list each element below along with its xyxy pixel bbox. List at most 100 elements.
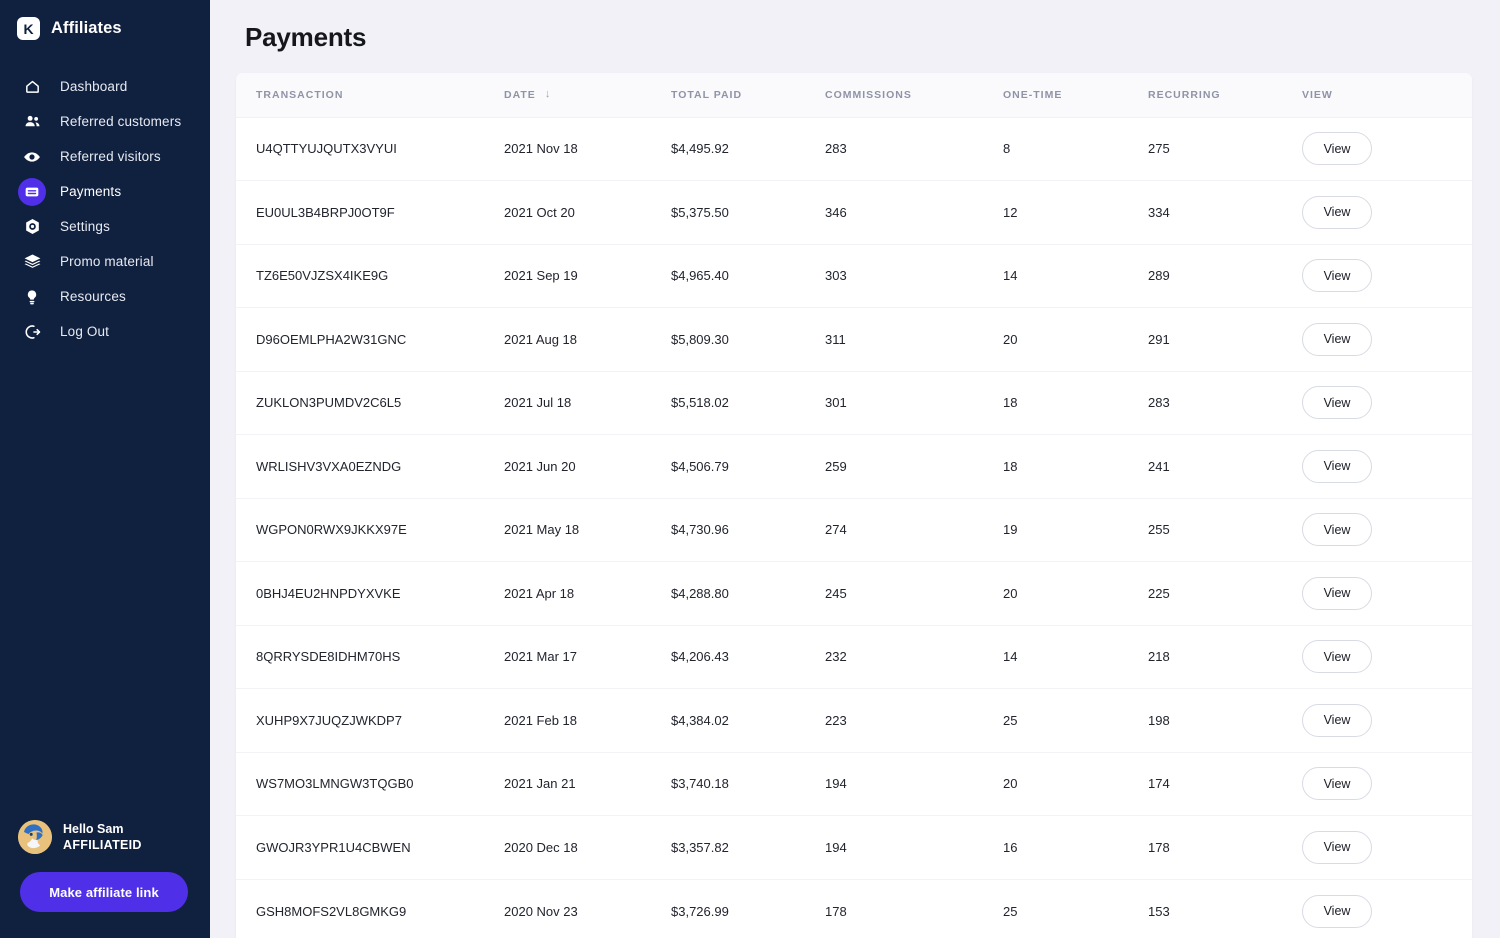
cell-one-time: 8 <box>1003 117 1148 181</box>
table-body: U4QTTYUJQUTX3VYUI 2021 Nov 18 $4,495.92 283… <box>236 117 1472 938</box>
column-header-transaction[interactable]: TRANSACTION <box>236 73 504 118</box>
cell-one-time: 25 <box>1003 903 1018 919</box>
cell-one-time: 19 <box>1003 498 1148 562</box>
column-header-view: VIEW <box>1302 73 1472 118</box>
view-button[interactable]: View <box>1302 894 1372 928</box>
table-row[interactable]: WGPON0RWX9JKKX97E 2021 May 18 $4,730.96 274… <box>236 498 1472 562</box>
cell-transaction: U4QTTYUJQUTX3VYUI <box>236 117 504 181</box>
cell-total-paid: $4,206.43 <box>671 625 825 689</box>
cell-transaction: GSH8MOFS2VL8GMKG9 <box>256 903 407 919</box>
cell-view: View <box>1302 815 1472 880</box>
cell-commissions: 194 <box>825 752 1003 816</box>
cell-total-paid: $4,495.92 <box>671 117 825 181</box>
sidebar-item-referred-visitors[interactable]: Referred visitors <box>0 139 210 174</box>
cell-one-time: 25 <box>1003 688 1148 753</box>
view-button[interactable]: View <box>1302 830 1372 864</box>
cell-recurring: 241 <box>1148 434 1302 499</box>
cell-commissions: 311 <box>825 307 1003 372</box>
cell-view: View <box>1302 752 1472 816</box>
cell-total-paid: $3,357.82 <box>671 815 825 880</box>
view-button[interactable]: View <box>1302 513 1372 547</box>
cell-view: View <box>1302 180 1472 245</box>
cell-one-time: 18 <box>1003 371 1148 435</box>
table-row[interactable]: ZUKLON3PUMDV2C6L5 2021 Jul 18 $5,518.02 301… <box>236 371 1472 435</box>
cell-commissions: 245 <box>825 561 1003 626</box>
view-button[interactable]: View <box>1302 259 1372 293</box>
cell-total-paid: $4,730.96 <box>671 498 825 562</box>
sidebar-item-settings[interactable]: Settings <box>0 209 210 244</box>
cell-view: View <box>1302 434 1472 499</box>
cell-view: View <box>1302 244 1472 308</box>
cell-date: 2021 Jun 20 <box>504 434 671 499</box>
table-row[interactable]: GWOJR3YPR1U4CBWEN 2020 Dec 18 $3,357.82 194… <box>236 815 1472 880</box>
cell-one-time: 20 <box>1003 307 1148 372</box>
make-affiliate-link-button[interactable]: Make affiliate link <box>20 872 188 912</box>
card-icon <box>18 177 46 206</box>
cell-date: 2021 Feb 18 <box>504 688 671 753</box>
cell-recurring: 255 <box>1148 498 1302 562</box>
view-button[interactable]: View <box>1302 386 1372 420</box>
table-row[interactable]: XUHP9X7JUQZJWKDP7 2021 Feb 18 $4,384.02 223… <box>236 688 1472 753</box>
cell-date: 2021 Mar 17 <box>504 625 671 689</box>
cell-view: View <box>1302 688 1472 753</box>
sidebar: K Affiliates Dashboard Referred customer… <box>0 0 210 938</box>
sidebar-item-label: Referred visitors <box>60 149 161 164</box>
cell-total-paid: $5,375.50 <box>671 180 825 245</box>
column-label: ONE-TIME <box>1003 88 1063 101</box>
table-row[interactable]: 0BHJ4EU2HNPDYXVKE 2021 Apr 18 $4,288.80 245… <box>236 561 1472 626</box>
column-header-commissions[interactable]: COMMISSIONS <box>825 73 1003 118</box>
view-button[interactable]: View <box>1302 767 1372 801</box>
payments-table: TRANSACTION DATE ↓ TOTAL PAID COMMISSION… <box>236 73 1472 938</box>
cell-total-paid: $4,965.40 <box>671 244 825 308</box>
cell-date: 2021 Jan 21 <box>504 752 671 816</box>
column-header-date[interactable]: DATE ↓ <box>504 73 671 118</box>
cell-one-time: 14 <box>1003 625 1148 689</box>
sidebar-item-promo-material[interactable]: Promo material <box>0 244 210 279</box>
table-row[interactable]: WS7MO3LMNGW3TQGB0 2021 Jan 21 $3,740.18 194… <box>236 752 1472 816</box>
table-row[interactable]: 8QRRYSDE8IDHM70HS 2021 Mar 17 $4,206.43 232… <box>236 625 1472 689</box>
cell-recurring: 283 <box>1148 371 1302 435</box>
view-button[interactable]: View <box>1302 576 1372 610</box>
view-button[interactable]: View <box>1302 132 1372 166</box>
table-row[interactable]: GSH8MOFS2VL8GMKG9 2020 Nov 23 $3,726.99 178… <box>236 879 1472 938</box>
view-button[interactable]: View <box>1302 322 1372 356</box>
user-greeting: Hello Sam <box>63 822 124 836</box>
sidebar-item-resources[interactable]: Resources <box>0 279 210 314</box>
cell-date: 2021 Oct 20 <box>504 180 671 245</box>
cell-commissions: 283 <box>825 117 1003 181</box>
column-header-one-time[interactable]: ONE-TIME <box>1003 73 1148 118</box>
cell-commissions: 346 <box>825 180 1003 245</box>
view-button[interactable]: View <box>1302 703 1372 737</box>
column-label: COMMISSIONS <box>825 88 912 101</box>
cell-view: View <box>1302 879 1472 938</box>
people-icon <box>18 108 46 136</box>
sidebar-item-label: Referred customers <box>60 114 182 129</box>
home-icon <box>18 73 46 101</box>
view-button[interactable]: View <box>1302 449 1372 483</box>
table-row[interactable]: U4QTTYUJQUTX3VYUI 2021 Nov 18 $4,495.92 283… <box>236 117 1472 181</box>
cell-transaction: WGPON0RWX9JKKX97E <box>236 498 504 562</box>
table-row[interactable]: D96OEMLPHA2W31GNC 2021 Aug 18 $5,809.30 311… <box>236 307 1472 372</box>
brand-name: Affiliates <box>51 19 122 37</box>
column-label: VIEW <box>1302 88 1333 101</box>
sidebar-item-dashboard[interactable]: Dashboard <box>0 69 210 104</box>
k-logo-icon: K <box>17 17 40 40</box>
sidebar-item-referred-customers[interactable]: Referred customers <box>0 104 210 139</box>
sidebar-item-payments[interactable]: Payments <box>0 174 210 209</box>
table-row[interactable]: TZ6E50VJZSX4IKE9G 2021 Sep 19 $4,965.40 303… <box>236 244 1472 308</box>
main-content: Payments TRANSACTION DATE ↓ TOTAL PAID C… <box>210 0 1500 938</box>
column-label: TOTAL PAID <box>671 88 743 101</box>
column-header-recurring[interactable]: RECURRING <box>1148 73 1302 118</box>
brand[interactable]: K Affiliates <box>0 0 210 40</box>
view-button[interactable]: View <box>1302 195 1372 229</box>
app-root: K Affiliates Dashboard Referred customer… <box>0 0 1500 938</box>
column-header-total-paid[interactable]: TOTAL PAID <box>671 73 825 118</box>
column-label: RECURRING <box>1148 88 1221 101</box>
table-row[interactable]: EU0UL3B4BRPJ0OT9F 2021 Oct 20 $5,375.50 346… <box>236 180 1472 245</box>
user-profile[interactable]: Hello Sam AFFILIATEID <box>0 820 210 854</box>
sidebar-item-log-out[interactable]: Log Out <box>0 314 210 349</box>
cell-view: View <box>1302 117 1472 181</box>
view-button[interactable]: View <box>1302 640 1372 674</box>
sidebar-item-label: Resources <box>60 289 126 304</box>
table-row[interactable]: WRLISHV3VXA0EZNDG 2021 Jun 20 $4,506.79 259… <box>236 434 1472 499</box>
